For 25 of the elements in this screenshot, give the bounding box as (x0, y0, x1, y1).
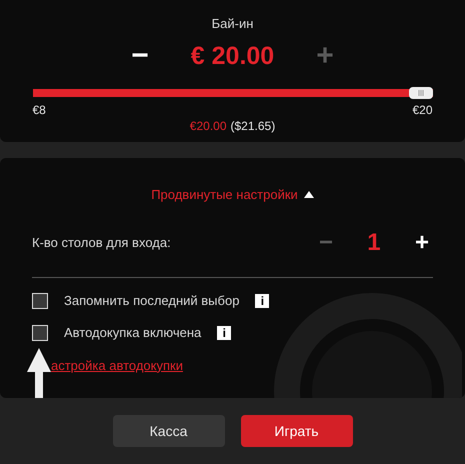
max-label: €20 (412, 102, 432, 119)
cashier-button[interactable]: Касса (112, 415, 224, 447)
slider-track[interactable] (32, 89, 432, 97)
tables-count: 1 (366, 228, 382, 258)
minus-button[interactable]: − (127, 41, 153, 72)
grip-icon (418, 90, 424, 96)
slider-thumb[interactable] (408, 87, 432, 99)
min-label: €8 (32, 102, 46, 119)
info-icon[interactable]: i (255, 294, 270, 308)
info-icon[interactable]: i (217, 326, 232, 340)
summary-amount: €20.00 (190, 118, 226, 135)
arrow-icon (27, 348, 51, 398)
plus-button[interactable]: + (410, 230, 433, 254)
checkbox[interactable] (32, 292, 48, 308)
option-label: Запомнить последний выбор (64, 292, 240, 310)
option-label: Автодокупка включена (64, 324, 202, 342)
buyin-title: Бай-ин (212, 15, 254, 33)
converted-amount: ($21.65) (230, 118, 276, 135)
play-button[interactable]: Играть (240, 415, 352, 447)
tables-label: К-во столов для входа: (32, 234, 172, 252)
checkbox[interactable] (32, 324, 48, 340)
advanced-settings-toggle[interactable]: Продвинутые настройки (151, 185, 314, 204)
auto-rebuy-settings-link[interactable]: астройка автодокупки (51, 356, 183, 375)
caret-icon (304, 191, 314, 198)
buyin-amount: € 20.00 (190, 40, 274, 72)
